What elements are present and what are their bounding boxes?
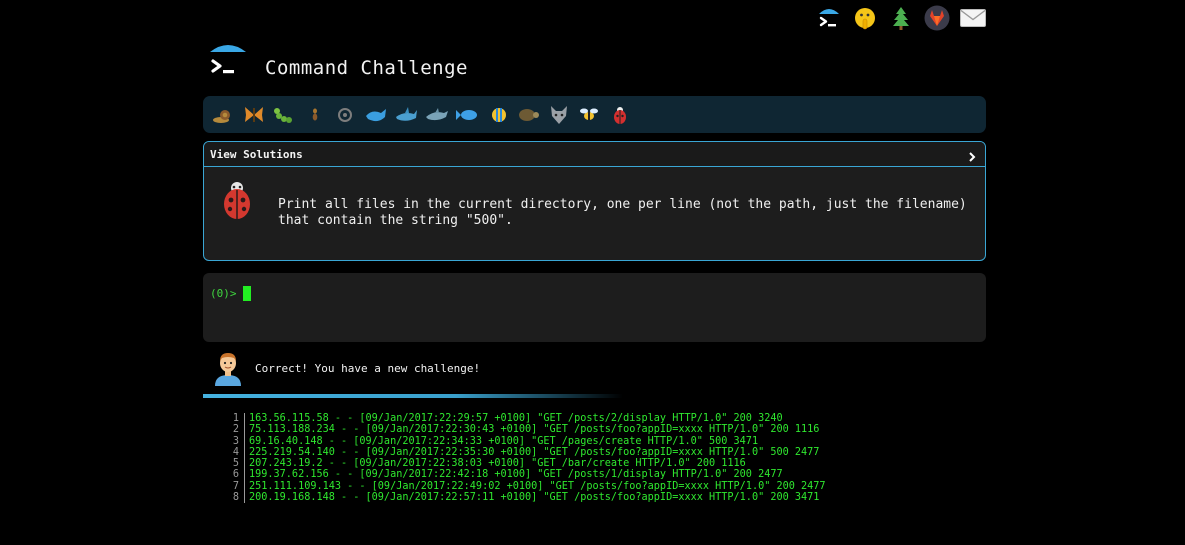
view-solutions-label: View Solutions [210,147,303,161]
top-icon-bar [815,4,987,32]
log-output: 1 163.56.115.58 - - [09/Jan/2017:22:29:57… [220,413,826,504]
line-text: 200.19.168.148 - - [09/Jan/2017:22:57:11… [249,492,820,504]
list-item: 3 69.16.40.148 - - [09/Jan/2017:22:34:33 … [220,435,826,447]
challenge-progress-strip [203,96,986,133]
line-number: 6 [232,469,239,481]
terminal-prompt: (0)> [210,287,237,300]
line-number: 4 [232,446,239,458]
avatar-icon [212,350,244,386]
list-item: 6 199.37.62.156 - - [09/Jan/2017:22:42:18… [220,469,826,481]
whale-icon[interactable] [364,103,388,127]
list-item: 4 225.219.54.140 - - [09/Jan/2017:22:35:3… [220,446,826,459]
butterfly-icon[interactable] [242,103,266,127]
wolf-icon[interactable] [547,103,571,127]
line-number: 8 [232,492,239,504]
turtle-icon[interactable] [516,103,540,127]
line-text: 163.56.115.58 - - [09/Jan/2017:22:29:57 … [249,413,783,424]
page-title: Command Challenge [265,57,468,79]
ant-icon[interactable] [303,103,327,127]
bee-icon[interactable] [577,103,601,127]
shush-face-icon[interactable] [851,4,879,32]
ladybug-icon [218,179,256,221]
list-item: 1 163.56.115.58 - - [09/Jan/2017:22:29:57… [220,413,826,425]
dolphin-icon[interactable] [425,103,449,127]
snail-icon[interactable] [211,103,235,127]
challenge-panel: View Solutions Print all files in the cu… [203,141,986,261]
line-number: 1 [232,413,239,424]
tropical-fish-icon[interactable] [486,103,510,127]
caterpillar-icon[interactable] [272,103,296,127]
gitlab-icon[interactable] [923,4,951,32]
line-number: 7 [232,480,239,492]
chevron-right-icon[interactable] [966,148,978,162]
fish-icon[interactable] [455,103,479,127]
line-number: 2 [232,424,239,436]
list-item: 8 200.19.168.148 - - [09/Jan/2017:22:57:1… [220,492,826,504]
list-item: 5 207.243.19.2 - - [09/Jan/2017:22:38:03 … [220,458,826,470]
line-text: 69.16.40.148 - - [09/Jan/2017:22:34:33 +… [249,435,759,447]
line-text: 199.37.62.156 - - [09/Jan/2017:22:42:18 … [249,469,783,481]
line-text: 251.111.109.143 - - [09/Jan/2017:22:49:0… [249,480,826,492]
feedback-message: Correct! You have a new challenge! [255,362,481,375]
terminal-umbrella-icon[interactable] [815,4,843,32]
view-solutions-header[interactable]: View Solutions [204,142,985,167]
app-logo-icon[interactable] [208,42,248,82]
wheel-icon[interactable] [333,103,357,127]
feedback-divider [203,394,623,398]
line-number: 5 [232,458,239,470]
line-text: 225.219.54.140 - - [09/Jan/2017:22:35:30… [249,446,820,458]
mail-icon[interactable] [959,4,987,32]
challenge-description: Print all files in the current directory… [278,197,967,228]
terminal-input[interactable]: (0)> [203,273,986,342]
line-text: 207.243.19.2 - - [09/Jan/2017:22:38:03 +… [249,458,746,470]
list-item: 2 75.113.188.234 - - [09/Jan/2017:22:30:4… [220,424,826,436]
pine-tree-icon[interactable] [887,4,915,32]
terminal-cursor [243,286,251,301]
line-number: 3 [232,435,239,447]
list-item: 7 251.111.109.143 - - [09/Jan/2017:22:49:… [220,480,826,493]
line-text: 75.113.188.234 - - [09/Jan/2017:22:30:43… [249,424,820,436]
shark-icon[interactable] [394,103,418,127]
ladybug-icon[interactable] [608,103,632,127]
challenge-body: Print all files in the current directory… [204,167,985,260]
